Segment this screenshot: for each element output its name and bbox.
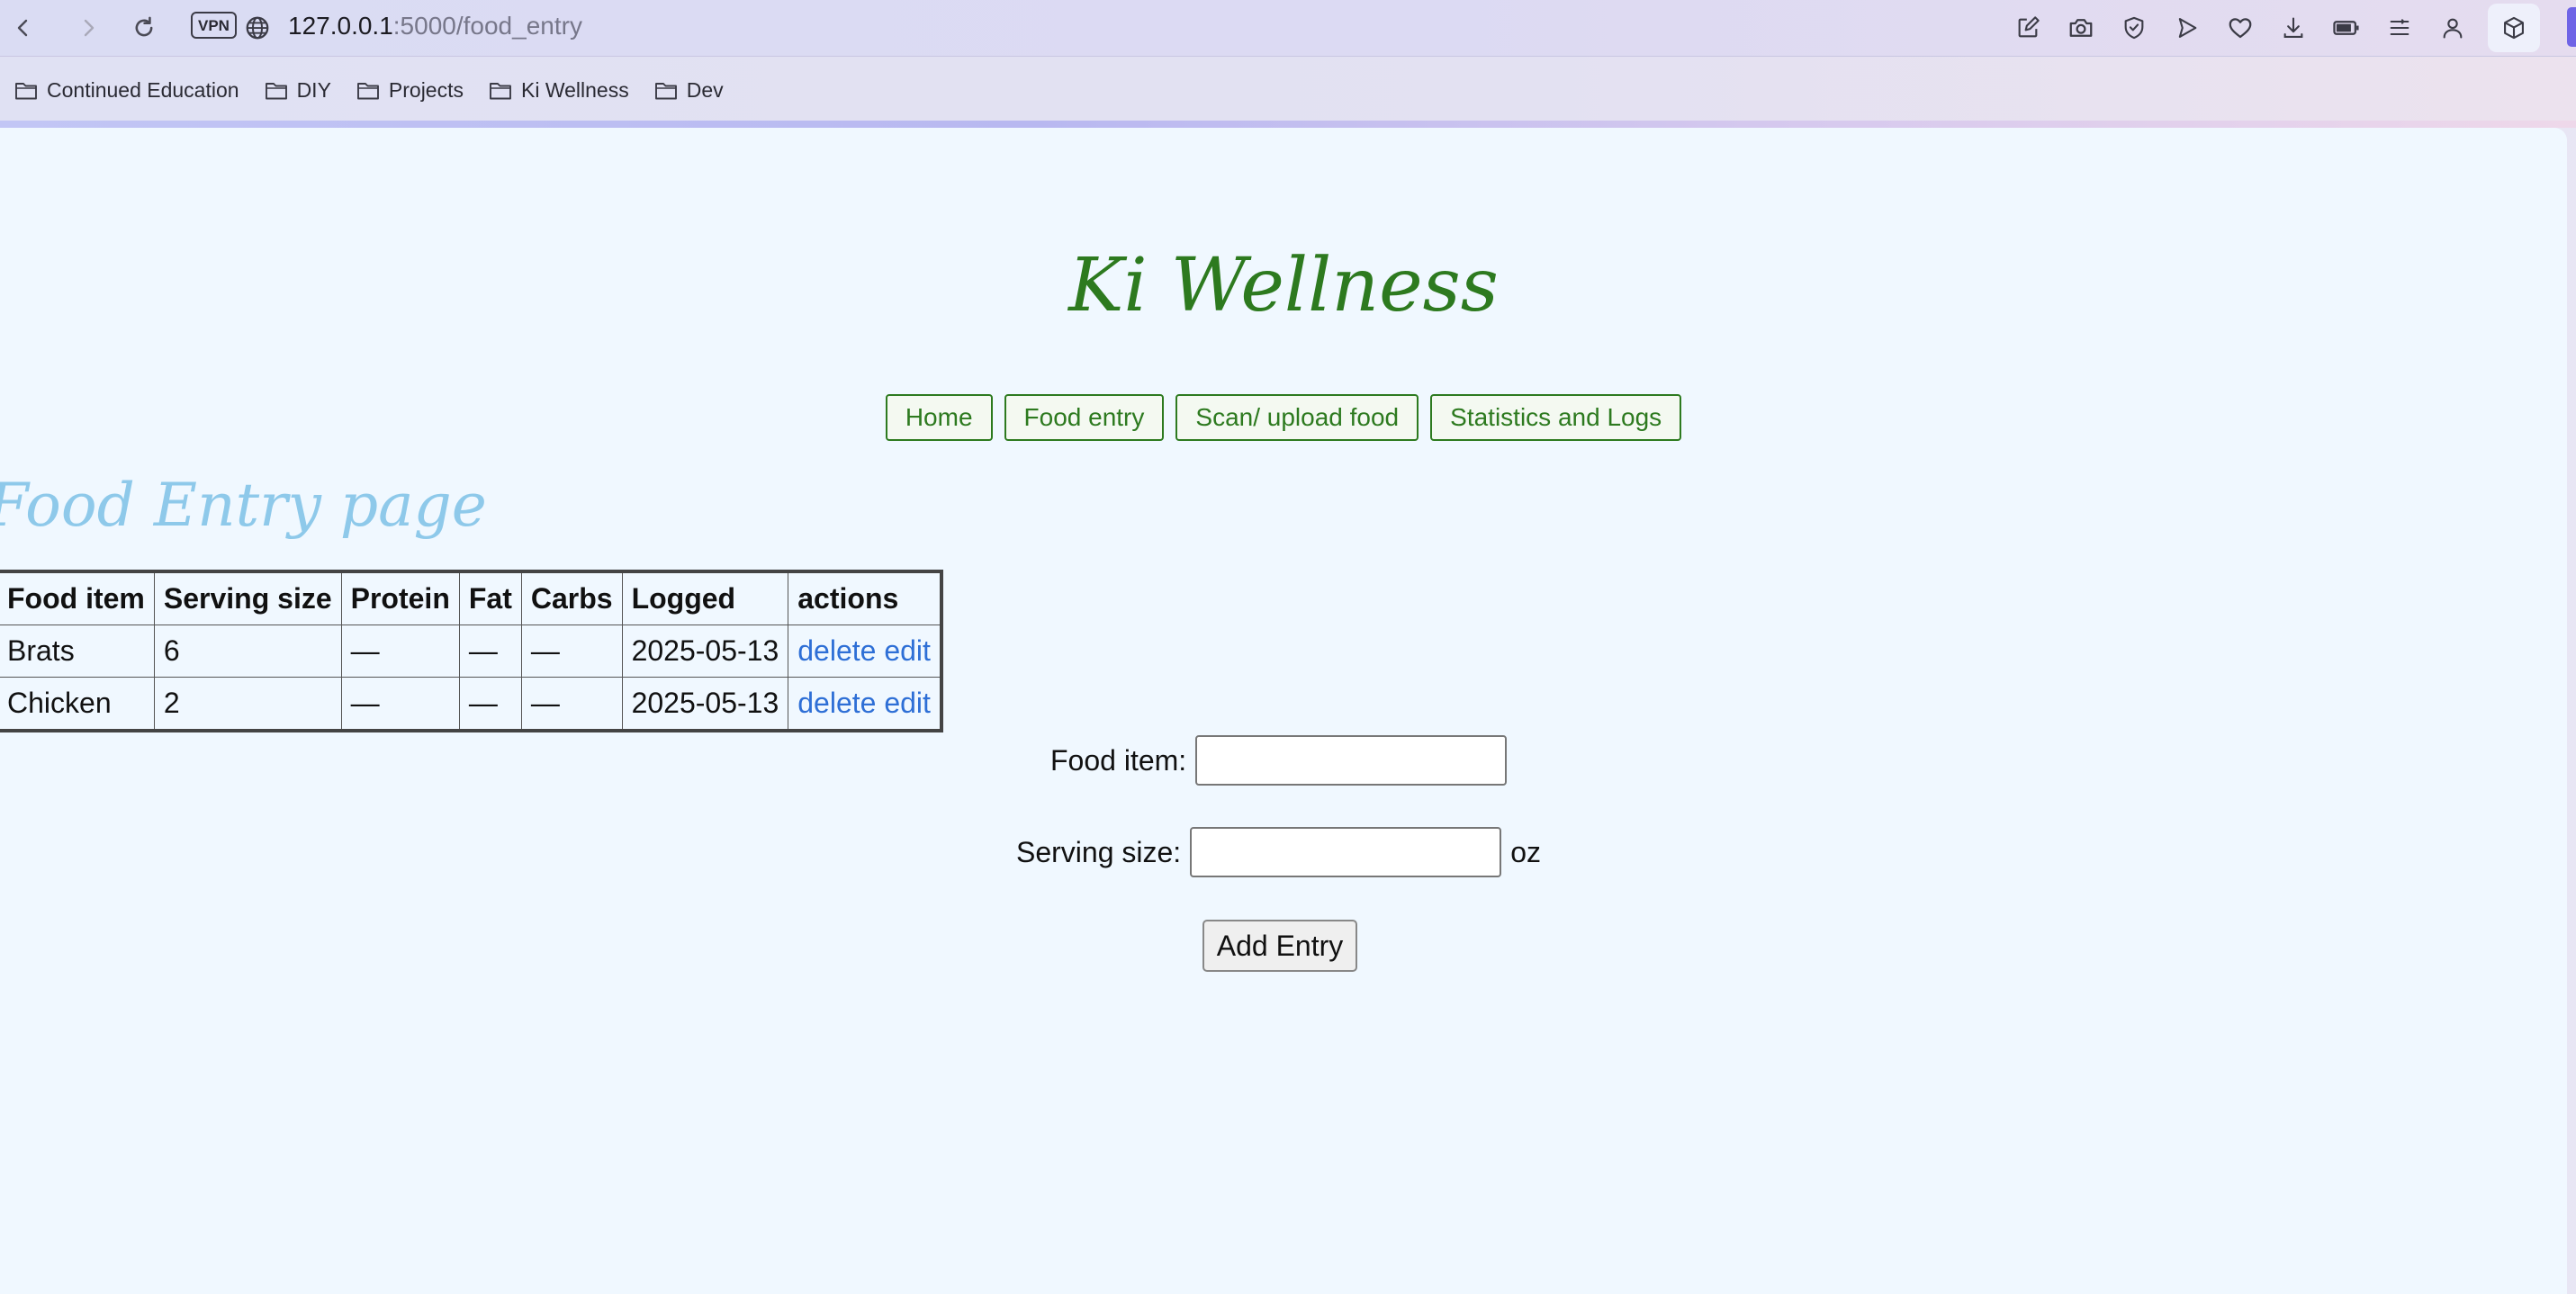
send-button[interactable]: [2169, 10, 2205, 46]
edit-page-button[interactable]: [2010, 10, 2046, 46]
logged-cell: 2025-05-13: [621, 677, 789, 732]
nav-home[interactable]: Home: [885, 394, 993, 441]
serving-size-input[interactable]: [1190, 827, 1502, 877]
globe-icon: [246, 16, 269, 40]
bookmark-diy[interactable]: DIY: [265, 78, 331, 103]
actions-cell: delete edit: [788, 625, 942, 678]
send-arrow-icon: [2178, 18, 2197, 38]
table-row: Chicken 2 — — — 2025-05-13 delete edit: [0, 677, 942, 732]
vpn-badge[interactable]: VPN: [191, 12, 237, 39]
toolbar-actions: [2010, 4, 2540, 52]
browser-toolbar: VPN 127.0.0.1:5000/food_entry: [0, 0, 2576, 57]
bookmark-label: Ki Wellness: [521, 78, 629, 102]
column-header: Carbs: [520, 571, 623, 625]
actions-cell: delete edit: [788, 677, 942, 732]
back-arrow-icon: [17, 19, 28, 37]
person-icon: [2443, 18, 2463, 39]
serving-size-cell: 6: [153, 625, 342, 678]
serving-size-row: Serving size: oz: [1016, 827, 1541, 877]
reload-icon: [135, 16, 153, 37]
download-icon: [2283, 17, 2303, 38]
delete-link[interactable]: delete: [797, 634, 876, 667]
column-header: actions: [788, 571, 942, 625]
serving-size-cell: 2: [153, 677, 342, 732]
table-header-row: Food item Serving size Protein Fat Carbs…: [0, 571, 942, 625]
folder-icon: [654, 82, 677, 99]
food-item-input[interactable]: [1195, 735, 1508, 786]
bookmark-label: Continued Education: [47, 78, 239, 102]
folder-icon: [15, 82, 37, 99]
carbs-cell: —: [520, 677, 623, 732]
shield-button[interactable]: [2116, 10, 2152, 46]
site-title: Ki Wellness: [1068, 243, 1499, 328]
column-header: Food item: [0, 571, 155, 625]
serving-unit-label: oz: [1510, 835, 1541, 868]
tab-list-button[interactable]: [2382, 10, 2418, 46]
back-button[interactable]: [5, 10, 41, 46]
shield-check-icon: [2124, 16, 2144, 40]
folder-icon: [265, 82, 287, 99]
main-nav: Home Food entry Scan/ upload food Statis…: [0, 394, 2567, 441]
bookmark-ki-wellness[interactable]: Ki Wellness: [489, 78, 629, 103]
battery-icon: [2333, 21, 2359, 35]
battery-saver-button[interactable]: [2328, 10, 2364, 46]
forward-arrow-icon: [84, 19, 95, 37]
page-viewport: Ki Wellness Home Food entry Scan/ upload…: [0, 128, 2567, 1294]
edit-square-icon: [2018, 16, 2040, 38]
delete-link[interactable]: delete: [797, 687, 876, 719]
extensions-button[interactable]: [2488, 4, 2540, 52]
bookmark-dev[interactable]: Dev: [654, 78, 724, 103]
list-icon: [2390, 19, 2409, 36]
folder-icon: [490, 82, 511, 99]
profile-button[interactable]: [2435, 10, 2471, 46]
bookmark-projects[interactable]: Projects: [356, 78, 464, 103]
camera-icon: [2069, 19, 2093, 37]
food-entries-table: Food item Serving size Protein Fat Carbs…: [0, 570, 943, 732]
screenshot-button[interactable]: [2063, 10, 2099, 46]
nav-scan-upload[interactable]: Scan/ upload food: [1175, 394, 1419, 441]
fat-cell: —: [458, 677, 522, 732]
fat-cell: —: [458, 625, 522, 678]
nav-statistics-logs[interactable]: Statistics and Logs: [1430, 394, 1682, 441]
site-info-button[interactable]: [239, 10, 275, 46]
nav-food-entry[interactable]: Food entry: [1004, 394, 1165, 441]
tab-accent-strip: [0, 121, 2576, 128]
edit-link[interactable]: edit: [884, 634, 931, 667]
logged-cell: 2025-05-13: [621, 625, 789, 678]
heart-icon: [2229, 18, 2252, 39]
url-path: :5000/food_entry: [392, 12, 582, 40]
add-entry-button[interactable]: Add Entry: [1202, 920, 1357, 972]
column-header: Logged: [621, 571, 789, 625]
carbs-cell: —: [520, 625, 623, 678]
sidebar-accent-handle[interactable]: [2567, 7, 2576, 47]
food-item-label: Food item:: [1050, 743, 1187, 777]
bookmark-label: Projects: [388, 78, 464, 102]
url-host: 127.0.0.1: [288, 12, 393, 40]
bookmark-label: Dev: [686, 78, 724, 102]
bookmarks-bar: Continued Education DIY Projects Ki Well…: [0, 57, 2576, 124]
address-bar[interactable]: 127.0.0.1:5000/food_entry: [288, 12, 582, 40]
favorites-button[interactable]: [2222, 10, 2258, 46]
food-item-cell: Chicken: [0, 677, 155, 732]
bookmark-continued-education[interactable]: Continued Education: [14, 78, 239, 103]
table-row: Brats 6 — — — 2025-05-13 delete edit: [0, 625, 942, 678]
reload-button[interactable]: [126, 10, 162, 46]
cube-icon: [2504, 16, 2524, 40]
column-header: Serving size: [153, 571, 342, 625]
page-title: Food Entry page: [0, 471, 487, 540]
edit-link[interactable]: edit: [884, 687, 931, 719]
food-item-row: Food item:: [1050, 735, 1508, 786]
folder-icon: [356, 82, 379, 99]
forward-button[interactable]: [70, 10, 106, 46]
protein-cell: —: [340, 677, 460, 732]
protein-cell: —: [340, 625, 460, 678]
bookmark-label: DIY: [296, 78, 331, 102]
column-header: Fat: [458, 571, 522, 625]
food-item-cell: Brats: [0, 625, 155, 678]
downloads-button[interactable]: [2275, 10, 2311, 46]
serving-size-label: Serving size:: [1016, 835, 1182, 868]
column-header: Protein: [340, 571, 460, 625]
